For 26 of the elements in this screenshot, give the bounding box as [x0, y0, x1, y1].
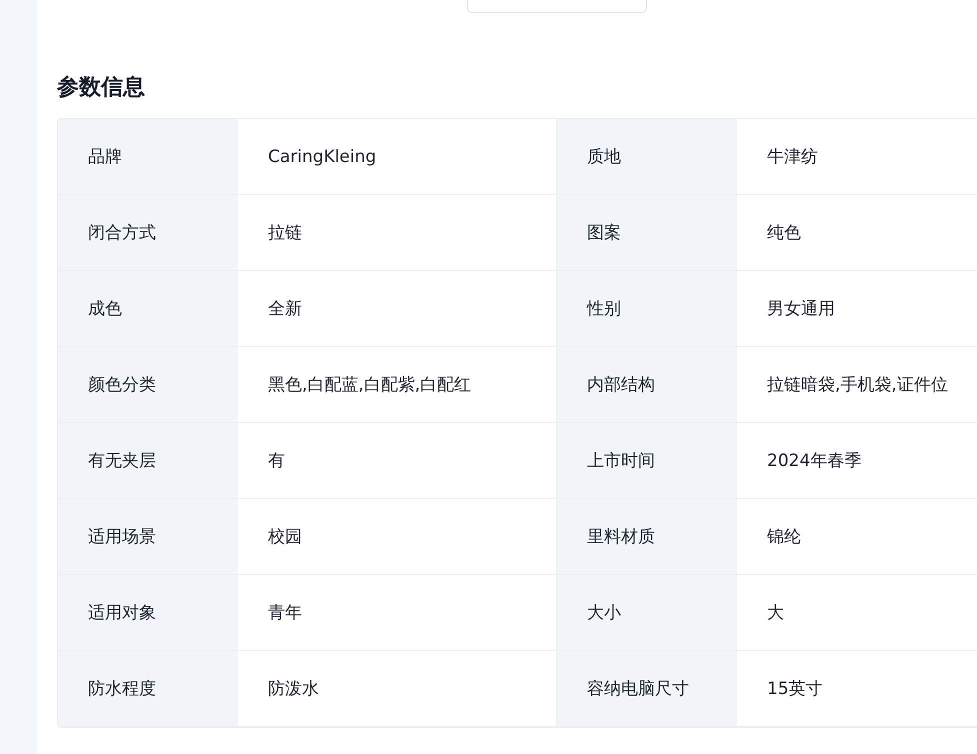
- parameter-label: 有无夹层: [58, 423, 238, 499]
- parameter-label: 闭合方式: [58, 195, 238, 271]
- parameter-label: 上市时间: [557, 423, 737, 499]
- parameter-value: 全新: [238, 271, 557, 347]
- parameter-label: 防水程度: [58, 651, 238, 727]
- parameter-label: 适用对象: [58, 575, 238, 651]
- section-title: 参数信息: [57, 74, 145, 102]
- parameter-value: 防泼水: [238, 651, 557, 727]
- parameter-value: 拉链: [238, 195, 557, 271]
- parameter-label: 大小: [557, 575, 737, 651]
- parameter-value: 校园: [238, 499, 557, 575]
- parameter-value: 黑色,白配蓝,白配紫,白配红: [238, 347, 557, 423]
- parameter-label: 内部结构: [557, 347, 737, 423]
- parameter-label: 里料材质: [557, 499, 737, 575]
- parameter-value: CaringKleing: [238, 119, 557, 195]
- parameter-value: 青年: [238, 575, 557, 651]
- parameter-label: 质地: [557, 119, 737, 195]
- parameter-label: 品牌: [58, 119, 238, 195]
- parameter-value: 有: [238, 423, 557, 499]
- parameter-label: 颜色分类: [58, 347, 238, 423]
- parameter-label: 成色: [58, 271, 238, 347]
- outlined-button[interactable]: [467, 0, 647, 13]
- parameter-label: 性别: [557, 271, 737, 347]
- parameter-label: 适用场景: [58, 499, 238, 575]
- parameter-label: 图案: [557, 195, 737, 271]
- parameter-label: 容纳电脑尺寸: [557, 651, 737, 727]
